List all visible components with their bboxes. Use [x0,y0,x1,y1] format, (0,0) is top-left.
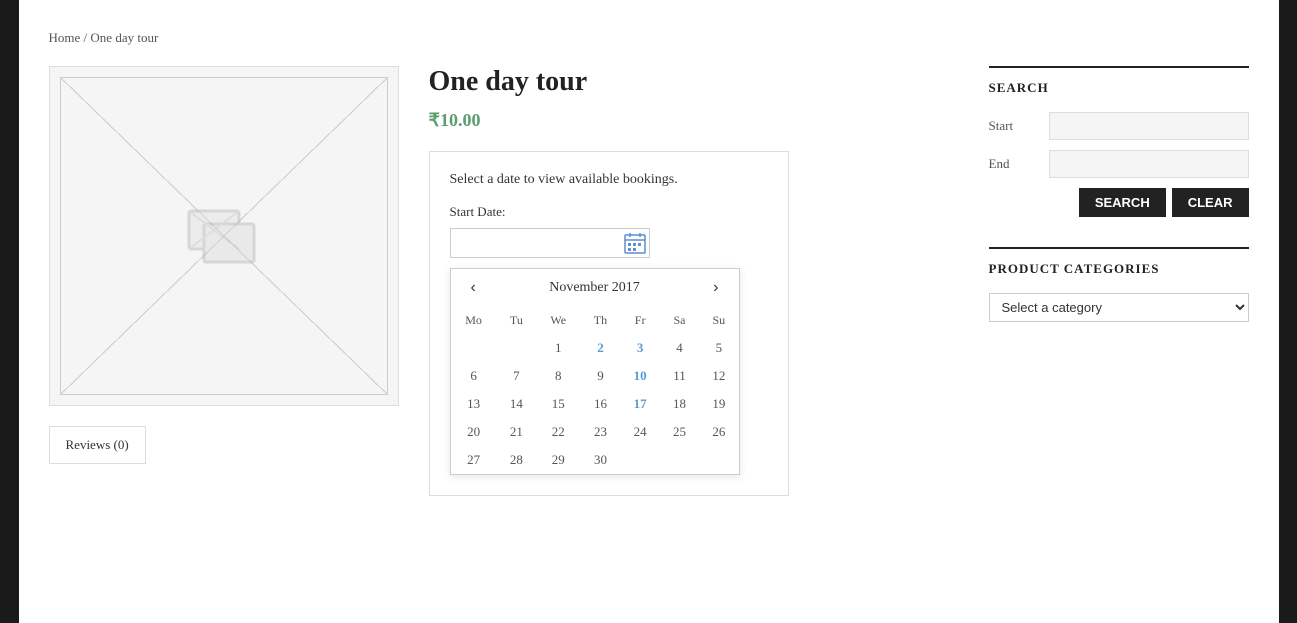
day-header-mo: Mo [451,307,497,334]
calendar-day-9[interactable]: 9 [580,362,620,390]
calendar-day-26[interactable]: 26 [699,418,738,446]
start-date-label: Start Date: [450,204,768,220]
sidebar: SEARCH Start End SEARCH CLEAR PRODUCT CA… [989,66,1249,496]
calendar-day-21[interactable]: 21 [497,418,536,446]
calendar-day-25[interactable]: 25 [660,418,699,446]
search-end-label: End [989,156,1049,172]
product-title: One day tour [429,66,959,98]
calendar-header: ‹ November 2017 › [451,269,739,307]
category-select[interactable]: Select a category [989,293,1249,322]
booking-box: Select a date to view available bookings… [429,151,789,496]
start-date-input[interactable] [450,228,650,258]
calendar-empty [699,446,738,474]
day-header-fr: Fr [620,307,659,334]
calendar-day-10[interactable]: 10 [620,362,659,390]
calendar-month-year: November 2017 [549,280,640,296]
calendar-week-0: 12345 [451,334,739,362]
breadcrumb: Home / One day tour [49,30,1249,46]
search-start-input[interactable] [1049,112,1249,140]
day-header-th: Th [580,307,620,334]
calendar-icon-button[interactable] [622,230,648,259]
image-icon-overlay [184,206,264,266]
categories-divider [989,247,1249,249]
calendar-day-23[interactable]: 23 [580,418,620,446]
calendar-day-1[interactable]: 1 [536,334,580,362]
calendar-day-27[interactable]: 27 [451,446,497,474]
search-section-title: SEARCH [989,80,1249,96]
calendar-day-13[interactable]: 13 [451,390,497,418]
calendar-empty [497,334,536,362]
day-header-tu: Tu [497,307,536,334]
product-image-col: Reviews (0) [49,66,399,496]
calendar-day-7[interactable]: 7 [497,362,536,390]
calendar-empty [451,334,497,362]
calendar-day-11[interactable]: 11 [660,362,699,390]
calendar-week-3: 20212223242526 [451,418,739,446]
categories-section: PRODUCT CATEGORIES Select a category [989,247,1249,322]
calendar-day-12[interactable]: 12 [699,362,738,390]
calendar-day-8[interactable]: 8 [536,362,580,390]
calendar-week-2: 13141516171819 [451,390,739,418]
product-price: ₹10.00 [429,110,959,131]
calendar-day-6[interactable]: 6 [451,362,497,390]
image-placeholder-icon [184,206,264,266]
day-header-we: We [536,307,580,334]
calendar-grid: Mo Tu We Th Fr Sa Su 1234567891011121314… [451,307,739,474]
calendar-day-5[interactable]: 5 [699,334,738,362]
product-image [49,66,399,406]
calendar-day-29[interactable]: 29 [536,446,580,474]
search-start-row: Start [989,112,1249,140]
categories-section-title: PRODUCT CATEGORIES [989,261,1249,277]
calendar-day-headers: Mo Tu We Th Fr Sa Su [451,307,739,334]
booking-prompt: Select a date to view available bookings… [450,172,768,188]
search-end-row: End [989,150,1249,178]
calendar-dropdown: ‹ November 2017 › Mo Tu We [450,268,740,475]
calendar-day-4[interactable]: 4 [660,334,699,362]
calendar-day-24[interactable]: 24 [620,418,659,446]
search-buttons: SEARCH CLEAR [989,188,1249,217]
calendar-day-15[interactable]: 15 [536,390,580,418]
search-section: SEARCH Start End SEARCH CLEAR [989,66,1249,217]
calendar-day-3[interactable]: 3 [620,334,659,362]
day-header-sa: Sa [660,307,699,334]
search-start-label: Start [989,118,1049,134]
calendar-day-30[interactable]: 30 [580,446,620,474]
day-header-su: Su [699,307,738,334]
calendar-icon [624,232,646,254]
search-divider [989,66,1249,68]
calendar-next-button[interactable]: › [705,277,726,299]
breadcrumb-home[interactable]: Home [49,30,81,45]
calendar-day-28[interactable]: 28 [497,446,536,474]
calendar-day-22[interactable]: 22 [536,418,580,446]
calendar-day-20[interactable]: 20 [451,418,497,446]
calendar-day-19[interactable]: 19 [699,390,738,418]
calendar-day-17[interactable]: 17 [620,390,659,418]
calendar-empty [620,446,659,474]
search-end-input[interactable] [1049,150,1249,178]
calendar-empty [660,446,699,474]
calendar-day-14[interactable]: 14 [497,390,536,418]
date-input-wrapper [450,228,650,258]
clear-button[interactable]: CLEAR [1172,188,1249,217]
calendar-day-2[interactable]: 2 [580,334,620,362]
breadcrumb-current: One day tour [90,30,158,45]
calendar-day-16[interactable]: 16 [580,390,620,418]
reviews-tab[interactable]: Reviews (0) [49,426,146,464]
calendar-day-18[interactable]: 18 [660,390,699,418]
product-detail-col: One day tour ₹10.00 Select a date to vie… [429,66,959,496]
calendar-week-1: 6789101112 [451,362,739,390]
calendar-week-4: 27282930 [451,446,739,474]
search-button[interactable]: SEARCH [1079,188,1166,217]
calendar-prev-button[interactable]: ‹ [463,277,484,299]
